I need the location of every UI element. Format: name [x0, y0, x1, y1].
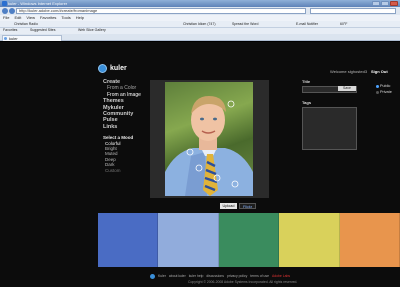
- color-swatch[interactable]: [98, 213, 159, 267]
- suggested-sites-link[interactable]: Suggested Sites: [30, 28, 56, 33]
- radio-selected-icon: [376, 84, 379, 88]
- visibility-options: Public Private: [376, 83, 392, 95]
- footer-link[interactable]: privacy policy: [227, 274, 247, 279]
- footer-link[interactable]: about kuler: [169, 274, 186, 279]
- tab-bar: kuler: [0, 34, 400, 41]
- image-canvas[interactable]: [150, 80, 269, 198]
- tab-kuler[interactable]: kuler: [2, 35, 62, 41]
- mood-custom[interactable]: Custom: [103, 168, 147, 173]
- color-swatch[interactable]: [339, 213, 400, 267]
- private-label: Private: [380, 90, 392, 94]
- address-bar: http://kuler.adobe.com/#create/fromanima…: [0, 7, 400, 15]
- footer-link[interactable]: discussions: [206, 274, 224, 279]
- color-swatch[interactable]: [279, 213, 340, 267]
- save-button[interactable]: Save: [338, 86, 356, 91]
- toolbar-email[interactable]: E-mail Notifier: [296, 22, 318, 27]
- uploaded-photo: [165, 82, 253, 196]
- adobe-icon: [150, 274, 155, 279]
- color-swatch[interactable]: [218, 213, 280, 267]
- close-icon[interactable]: [390, 1, 398, 6]
- toolbar-radio-search[interactable]: Christian Radio: [14, 22, 38, 27]
- back-icon[interactable]: [2, 8, 8, 14]
- url-field[interactable]: http://kuler.adobe.com/#create/fromanima…: [16, 8, 306, 14]
- footer-link[interactable]: terms of use: [250, 274, 269, 279]
- radio-unselected-icon: [376, 90, 379, 94]
- theme-details-panel: Title Save Public Private Tags: [302, 79, 396, 150]
- welcome-text: Welcome slghosted3: [330, 69, 368, 74]
- flickr-button[interactable]: Flickr: [239, 203, 256, 209]
- color-swatch[interactable]: [158, 213, 219, 267]
- copyright-text: Copyright © 2006-2008 Adobe Systems Inco…: [188, 280, 298, 284]
- image-source-toggle: Upload Flickr: [220, 203, 256, 209]
- color-theme-swatches: [98, 213, 400, 267]
- browser-icon: [2, 1, 7, 6]
- toolbar-spread[interactable]: Spread the Word: [232, 22, 258, 27]
- boy-photo-illustration: [165, 96, 253, 196]
- sign-out-link[interactable]: Sign Out: [371, 69, 388, 74]
- kuler-logo-text: kuler: [110, 65, 127, 72]
- footer-link[interactable]: kuler help: [189, 274, 204, 279]
- window-title: kuler - Windows Internet Explorer: [8, 1, 68, 6]
- browser-toolbar: Christian Radio Christian Idiom (747) Sp…: [0, 21, 400, 28]
- kuler-app: kuler Welcome slghosted3 Sign Out Create…: [0, 42, 400, 287]
- kuler-logo[interactable]: kuler: [98, 64, 127, 73]
- minimize-icon[interactable]: [372, 1, 380, 6]
- private-radio[interactable]: Private: [376, 89, 392, 95]
- upload-button[interactable]: Upload: [220, 203, 237, 209]
- toolbar-radio-station[interactable]: Christian Idiom (747): [183, 22, 215, 27]
- search-input[interactable]: [310, 8, 396, 14]
- forward-icon[interactable]: [9, 8, 15, 14]
- window-titlebar: kuler - Windows Internet Explorer: [0, 0, 400, 7]
- tags-textarea[interactable]: [302, 107, 357, 150]
- nav-list: Create From a Color From an Image Themes Myk…: [103, 79, 147, 130]
- side-navigation: Create From a Color From an Image Themes Myk…: [103, 79, 147, 173]
- web-slice-link[interactable]: Web Slice Gallery: [78, 28, 106, 33]
- footer-link[interactable]: Kuler: [158, 274, 166, 279]
- tags-label: Tags: [302, 100, 312, 105]
- footer-links: Kuler about kuler kuler help discussions…: [150, 274, 290, 279]
- toolbar-weather[interactable]: 60°F: [340, 22, 347, 27]
- maximize-icon[interactable]: [381, 1, 389, 6]
- favorites-button[interactable]: Favorites: [3, 28, 17, 33]
- footer-accent-link[interactable]: Adobe Labs: [272, 274, 290, 279]
- window-controls: [372, 1, 398, 6]
- kuler-logo-icon: [98, 64, 107, 73]
